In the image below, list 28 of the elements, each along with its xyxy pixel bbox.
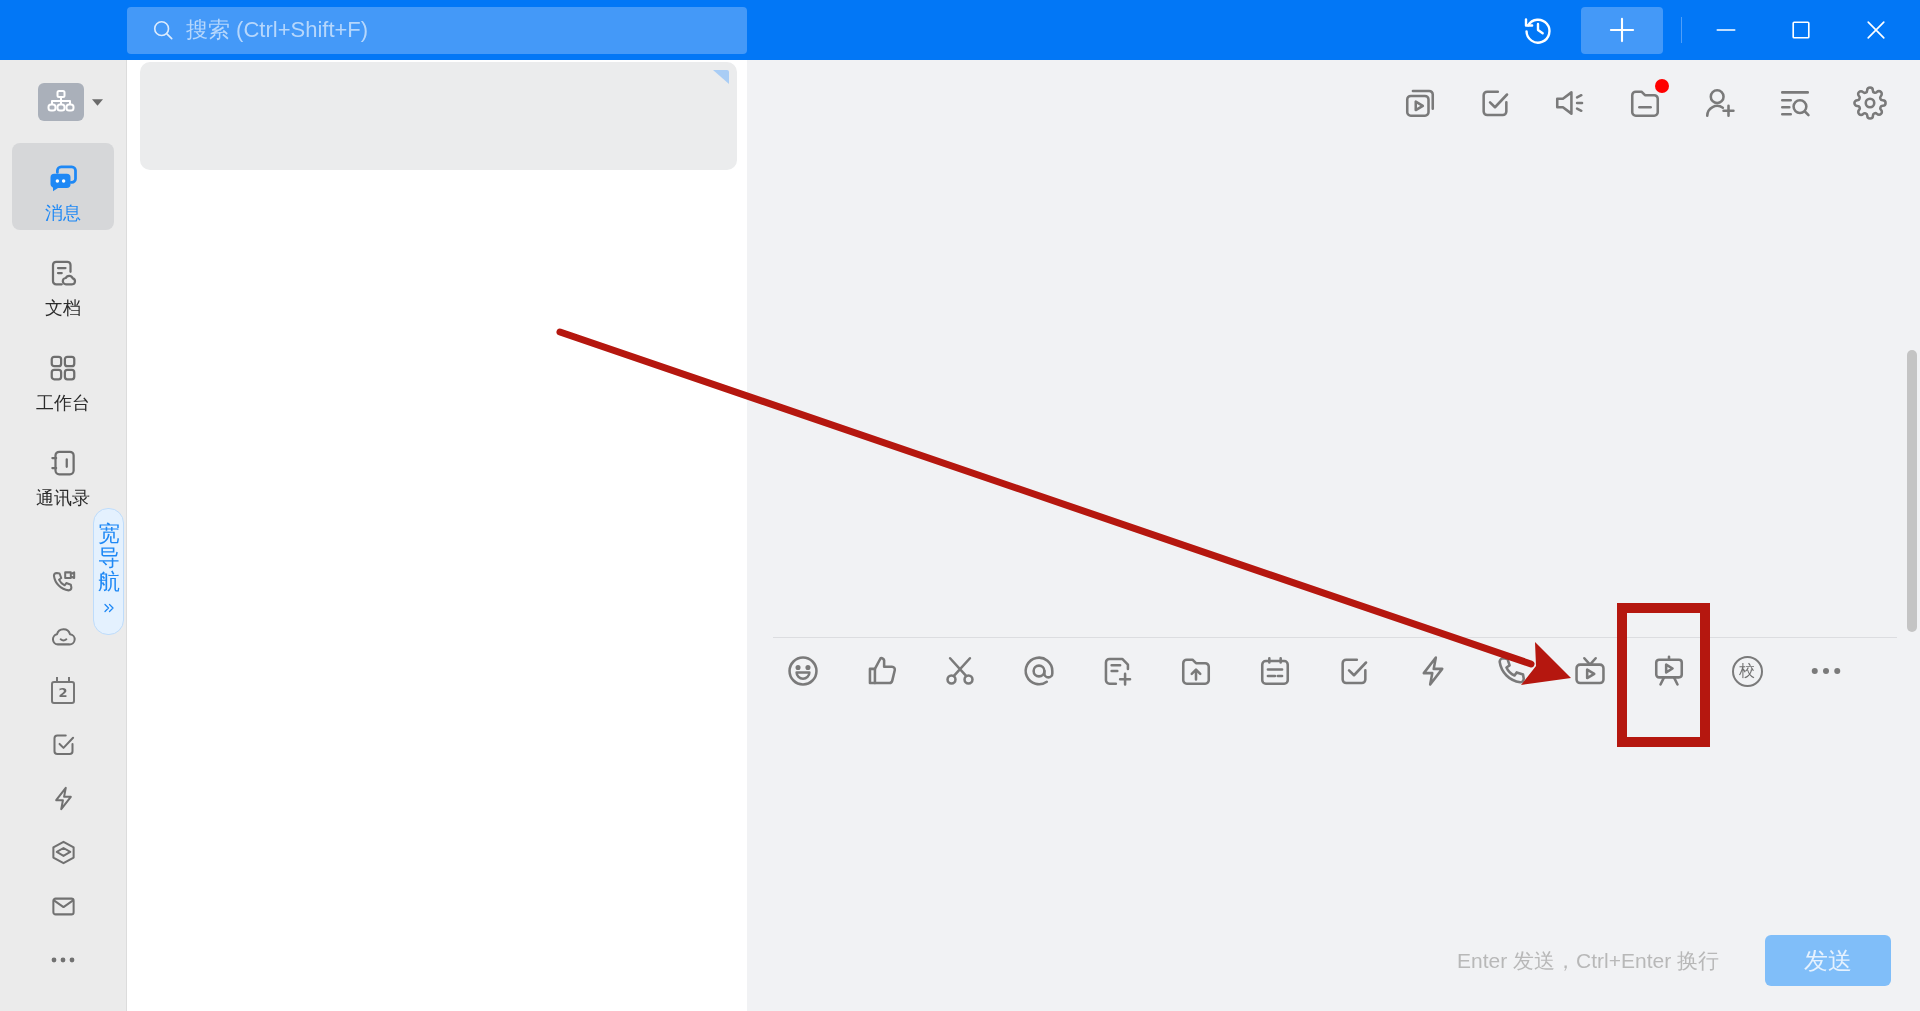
more-icon[interactable] — [51, 957, 75, 963]
smiley-icon[interactable] — [786, 654, 820, 688]
chat-bubbles-icon — [48, 163, 78, 193]
scrollbar-thumb[interactable] — [1907, 350, 1917, 632]
plus-icon — [1608, 16, 1636, 44]
add-user-icon[interactable] — [1703, 86, 1737, 120]
sidebar-item[interactable]: 消息 — [12, 143, 114, 230]
maximize-icon[interactable] — [1789, 19, 1812, 41]
wide-nav-tab[interactable]: 宽导航 — [93, 508, 124, 635]
caret-down-icon[interactable] — [92, 98, 103, 106]
proofread-button[interactable]: 校 — [1731, 655, 1763, 687]
settings-icon[interactable] — [1853, 86, 1887, 120]
cube-icon[interactable] — [49, 838, 77, 866]
corner-triangle-icon — [713, 70, 729, 84]
calendar-button[interactable]: 2 — [51, 676, 75, 704]
search-field[interactable]: 搜索 (Ctrl+Shift+F) — [127, 6, 747, 54]
grid-icon — [48, 353, 78, 383]
more-icon[interactable] — [1810, 667, 1841, 675]
shortcut-hint: Enter 发送，Ctrl+Enter 换行 — [1457, 947, 1719, 974]
at-sign-icon[interactable] — [1022, 654, 1057, 688]
sidebar-item[interactable]: 文档 — [12, 238, 114, 325]
org-chart-icon[interactable] — [38, 83, 84, 121]
double-chevron-icon — [102, 601, 115, 614]
close-icon[interactable] — [1864, 19, 1887, 41]
add-button[interactable] — [1581, 6, 1663, 54]
sidebar-item[interactable]: 工作台 — [12, 333, 114, 420]
contact-book-icon — [48, 448, 78, 478]
search-icon — [152, 19, 174, 41]
